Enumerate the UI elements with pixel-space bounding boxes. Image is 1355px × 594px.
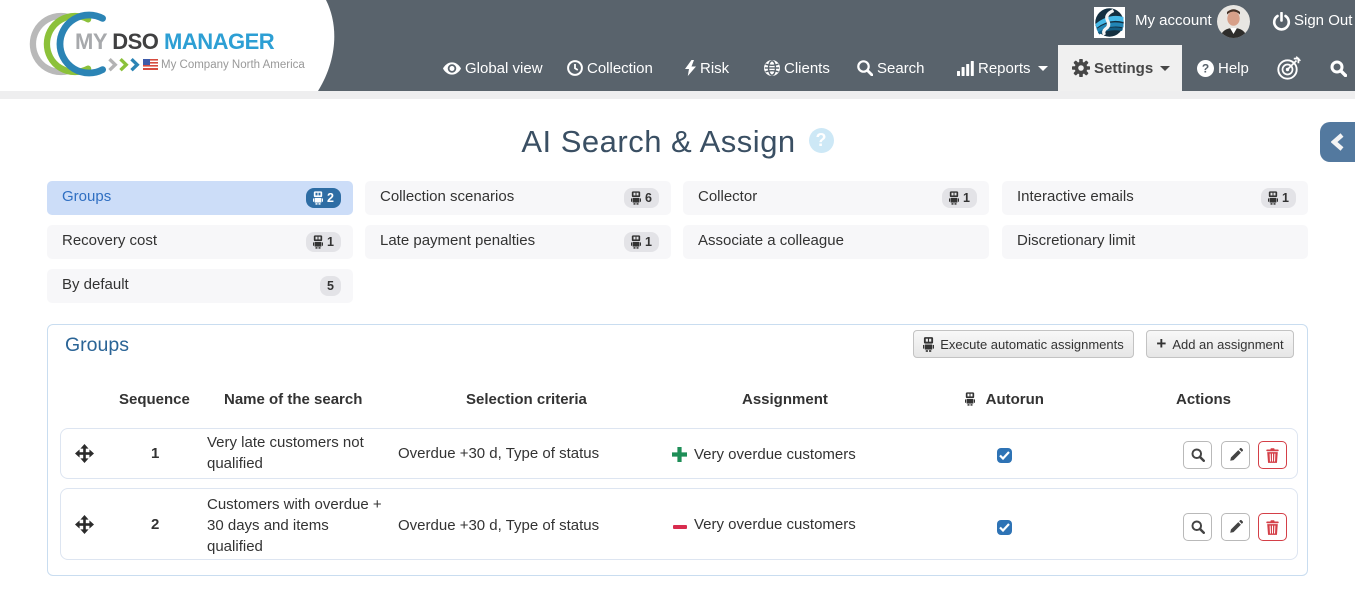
svg-text:?: ?: [1202, 61, 1209, 75]
